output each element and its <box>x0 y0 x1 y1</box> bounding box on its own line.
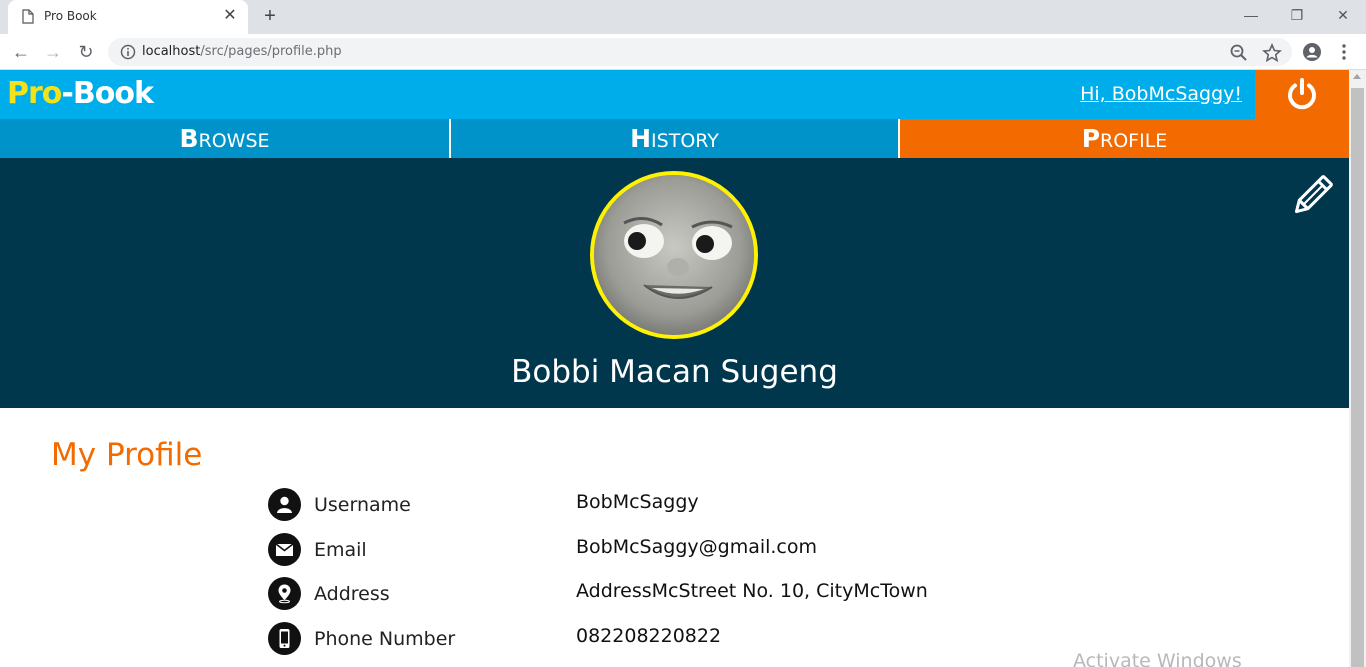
browser-toolbar: ← → ↻ localhost/src/pages/profile.php <box>0 34 1366 70</box>
info-value: BobMcSaggy@gmail.com <box>576 536 818 558</box>
forward-icon[interactable]: → <box>41 40 65 64</box>
minimize-icon[interactable]: — <box>1228 0 1274 30</box>
info-row-address: Address AddressMcStreet No. 10, CityMcTo… <box>268 577 1268 611</box>
tab-history-cap: H <box>630 124 652 153</box>
tab-browse-label: ROWSE <box>198 130 270 152</box>
info-label: Email <box>314 539 367 561</box>
info-value: 082208220822 <box>576 625 722 647</box>
tab-close-icon[interactable]: ✕ <box>220 6 240 26</box>
tab-browse[interactable]: BROWSE <box>0 119 449 158</box>
page-icon <box>22 9 34 24</box>
site-header: Pro-Book Hi, BobMcSaggy! <box>0 70 1349 119</box>
page-viewport: Pro-Book Hi, BobMcSaggy! BROWSE HISTORY … <box>0 70 1349 667</box>
info-label: Phone Number <box>314 628 456 650</box>
info-icon[interactable] <box>120 44 136 60</box>
url-text[interactable]: localhost/src/pages/profile.php <box>142 44 342 59</box>
tab-title: Pro Book <box>44 9 97 23</box>
power-icon <box>1288 78 1316 110</box>
logo-book: -Book <box>61 76 153 111</box>
greeting-link[interactable]: Hi, BobMcSaggy! <box>1080 83 1242 105</box>
window-close-icon[interactable]: ✕ <box>1320 0 1366 30</box>
url-path: /src/pages/profile.php <box>200 44 342 59</box>
edit-pencil-icon[interactable] <box>1286 170 1338 222</box>
profile-banner: Bobbi Macan Sugeng <box>0 158 1349 408</box>
info-row-email: Email BobMcSaggy@gmail.com <box>268 533 1268 567</box>
browser-tab[interactable]: Pro Book ✕ <box>8 0 248 34</box>
scroll-up-arrow-icon[interactable] <box>1353 74 1361 79</box>
tab-profile-cap: P <box>1081 124 1101 153</box>
info-row-username: Username BobMcSaggy <box>268 488 1268 522</box>
new-tab-icon[interactable]: + <box>258 4 282 28</box>
info-value: AddressMcStreet No. 10, CityMcTown <box>576 580 928 602</box>
profile-name: Bobbi Macan Sugeng <box>511 354 838 390</box>
browser-tabstrip: Pro Book ✕ + — ❐ ✕ <box>0 0 1366 34</box>
tab-browse-cap: B <box>179 124 199 153</box>
tab-profile-label: ROFILE <box>1100 130 1168 152</box>
back-icon[interactable]: ← <box>9 40 33 64</box>
account-icon[interactable] <box>1302 42 1322 62</box>
envelope-icon <box>268 533 301 566</box>
url-host: localhost <box>142 44 201 59</box>
kebab-menu-icon[interactable] <box>1334 42 1354 62</box>
section-title: My Profile <box>51 437 203 473</box>
scroll-thumb[interactable] <box>1351 88 1364 667</box>
avatar <box>590 171 758 339</box>
avatar-face-image <box>594 175 754 335</box>
tab-history[interactable]: HISTORY <box>451 119 898 158</box>
main-nav: BROWSE HISTORY PROFILE <box>0 119 1349 158</box>
restore-icon[interactable]: ❐ <box>1274 0 1320 30</box>
logout-button[interactable] <box>1255 70 1349 119</box>
info-value: BobMcSaggy <box>576 491 699 513</box>
page-scrollbar[interactable] <box>1349 70 1366 667</box>
user-icon <box>268 488 301 521</box>
bookmark-star-icon[interactable] <box>1262 43 1282 63</box>
location-icon <box>268 577 301 610</box>
tab-profile[interactable]: PROFILE <box>900 119 1349 158</box>
zoom-icon[interactable] <box>1229 43 1249 63</box>
logo-pro: Pro <box>7 76 62 111</box>
address-bar[interactable]: localhost/src/pages/profile.php <box>108 38 1292 66</box>
info-label: Address <box>314 583 390 605</box>
activate-windows-watermark: Activate Windows <box>1073 650 1242 667</box>
reload-icon[interactable]: ↻ <box>74 40 98 64</box>
logo[interactable]: Pro-Book <box>7 76 154 111</box>
phone-icon <box>268 622 301 655</box>
tab-history-label: ISTORY <box>651 130 719 152</box>
info-label: Username <box>314 494 411 516</box>
